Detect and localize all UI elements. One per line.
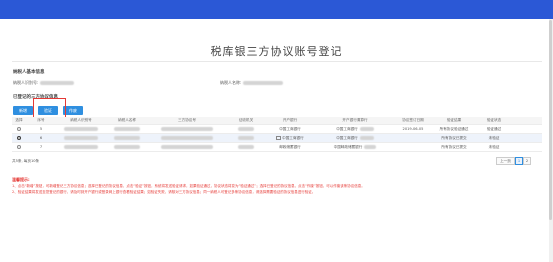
row-radio[interactable] (12, 143, 26, 151)
pager-count: 共5条, 每页10条 (12, 159, 40, 163)
row-verify-status: 未验证 (488, 144, 500, 149)
row-clearing-bank-text: 中国工商银行 (336, 126, 358, 131)
col-agreement-no: 三方协议号 (178, 118, 196, 122)
row-bank-text: 中国工商银行 (282, 135, 304, 140)
taxpayer-name-label: 纳税人名称: (220, 80, 242, 85)
row-seq: 7 (39, 145, 43, 149)
col-verify-result: 验证结果 (446, 118, 462, 122)
section-basic-info-heading: 纳税人基本信息 (13, 70, 45, 75)
add-button[interactable]: 新增 (13, 106, 33, 115)
row-tax-office-redacted (230, 125, 262, 133)
row-radio[interactable] (12, 134, 26, 142)
row-verify-result: 所有协议验证通过 (439, 126, 469, 131)
col-taxpayer-name: 纳税人名称 (118, 118, 136, 122)
row-seq: 6 (39, 136, 43, 140)
row-radio[interactable] (12, 125, 26, 133)
pager-page-2[interactable]: 2 (523, 157, 531, 165)
pager-page-1[interactable]: 1 (515, 157, 523, 165)
col-seq: 序号 (37, 118, 45, 122)
col-clearing-bank: 开户银行清算行 (342, 118, 368, 122)
table-row[interactable]: 6 中国工商银行 中国工商银行 所有协议已提交 未验证 (12, 134, 542, 143)
row-name-redacted (107, 134, 147, 142)
tax-id-field: 纳税人识别号: (13, 80, 75, 86)
tips-line-2: 2、验证结果将发送至您登记的银行，请及时到开户银行或登录网上银行查看验证结果；如… (12, 190, 316, 194)
table-header-row: 选择 序号 纳税人识别号 纳税人名称 三方协议号 征收机关 开户银行 开户银行清… (12, 117, 542, 125)
row-verify-status: 未验证 (488, 135, 500, 140)
tips-title: 温馨提示: (12, 177, 30, 182)
row-agreement-no-redacted (152, 143, 222, 151)
row-verify-result: 所有协议已提交 (441, 144, 467, 149)
tax-id-label: 纳税人识别号: (13, 80, 39, 85)
row-tax-id-redacted (56, 143, 106, 151)
row-name-redacted (107, 125, 147, 133)
row-clearing-bank-text: 中国邮政储蓄银行 (333, 144, 363, 149)
col-select: 选择 (15, 118, 23, 122)
pager-prev-button[interactable]: 上一页 (496, 157, 515, 165)
verify-button-highlight (33, 98, 66, 119)
row-tax-office-redacted (230, 134, 262, 142)
col-tax-office: 征收机关 (238, 118, 254, 122)
row-bank: 中国工商银行 (279, 126, 301, 131)
tax-id-value-redacted (40, 81, 75, 85)
row-tax-id-redacted (56, 125, 106, 133)
col-verify-status: 验证状态 (486, 118, 502, 122)
row-clearing-bank: 中国工商银行 (325, 134, 385, 142)
title-divider (12, 61, 542, 62)
row-clearing-bank: 中国工商银行 (325, 125, 385, 133)
table-row[interactable]: 5 中国工商银行 中国工商银行 2019-06-05 所有协议验证通过 验证通过 (12, 125, 542, 134)
taxpayer-name-value-redacted (243, 81, 284, 85)
row-bank: 中国工商银行 (270, 134, 310, 142)
page-title: 税库银三方协议账号登记 (210, 45, 343, 58)
row-verify-status: 验证通过 (486, 126, 502, 131)
row-verify-result: 所有协议已提交 (441, 135, 467, 140)
tips-line-1: 1、点击“新增”按钮，可新增登记三方协议信息；选择已登记的协议信息，点击“验证”… (12, 184, 365, 188)
row-sign-date (397, 143, 429, 151)
row-sign-date (397, 134, 429, 142)
col-sign-date: 协议签订日期 (402, 118, 424, 122)
agreement-table: 选择 序号 纳税人识别号 纳税人名称 三方协议号 征收机关 开户银行 开户银行清… (12, 117, 542, 152)
row-seq: 5 (39, 127, 43, 131)
row-agreement-no-redacted (152, 134, 222, 142)
row-sign-date: 2019-06-05 (402, 127, 424, 131)
col-tax-id: 纳税人识别号 (70, 118, 92, 122)
row-agreement-no-redacted (152, 125, 222, 133)
row-bank: 邮政储蓄银行 (279, 144, 301, 149)
col-bank: 开户银行 (282, 118, 298, 122)
vertical-scrollbar-thumb[interactable] (549, 20, 552, 220)
top-nav-bar (0, 0, 553, 19)
table-row[interactable]: 7 邮政储蓄银行 中国邮政储蓄银行 所有协议已提交 未验证 (12, 143, 542, 152)
row-name-redacted (107, 143, 147, 151)
row-clearing-bank: 中国邮政储蓄银行 (325, 143, 385, 151)
row-tax-id-redacted (56, 134, 106, 142)
row-clearing-bank-text: 中国工商银行 (336, 135, 358, 140)
row-tax-office-redacted (230, 143, 262, 151)
void-button[interactable]: 作废 (63, 106, 83, 115)
taxpayer-name-field: 纳税人名称: (220, 80, 284, 86)
